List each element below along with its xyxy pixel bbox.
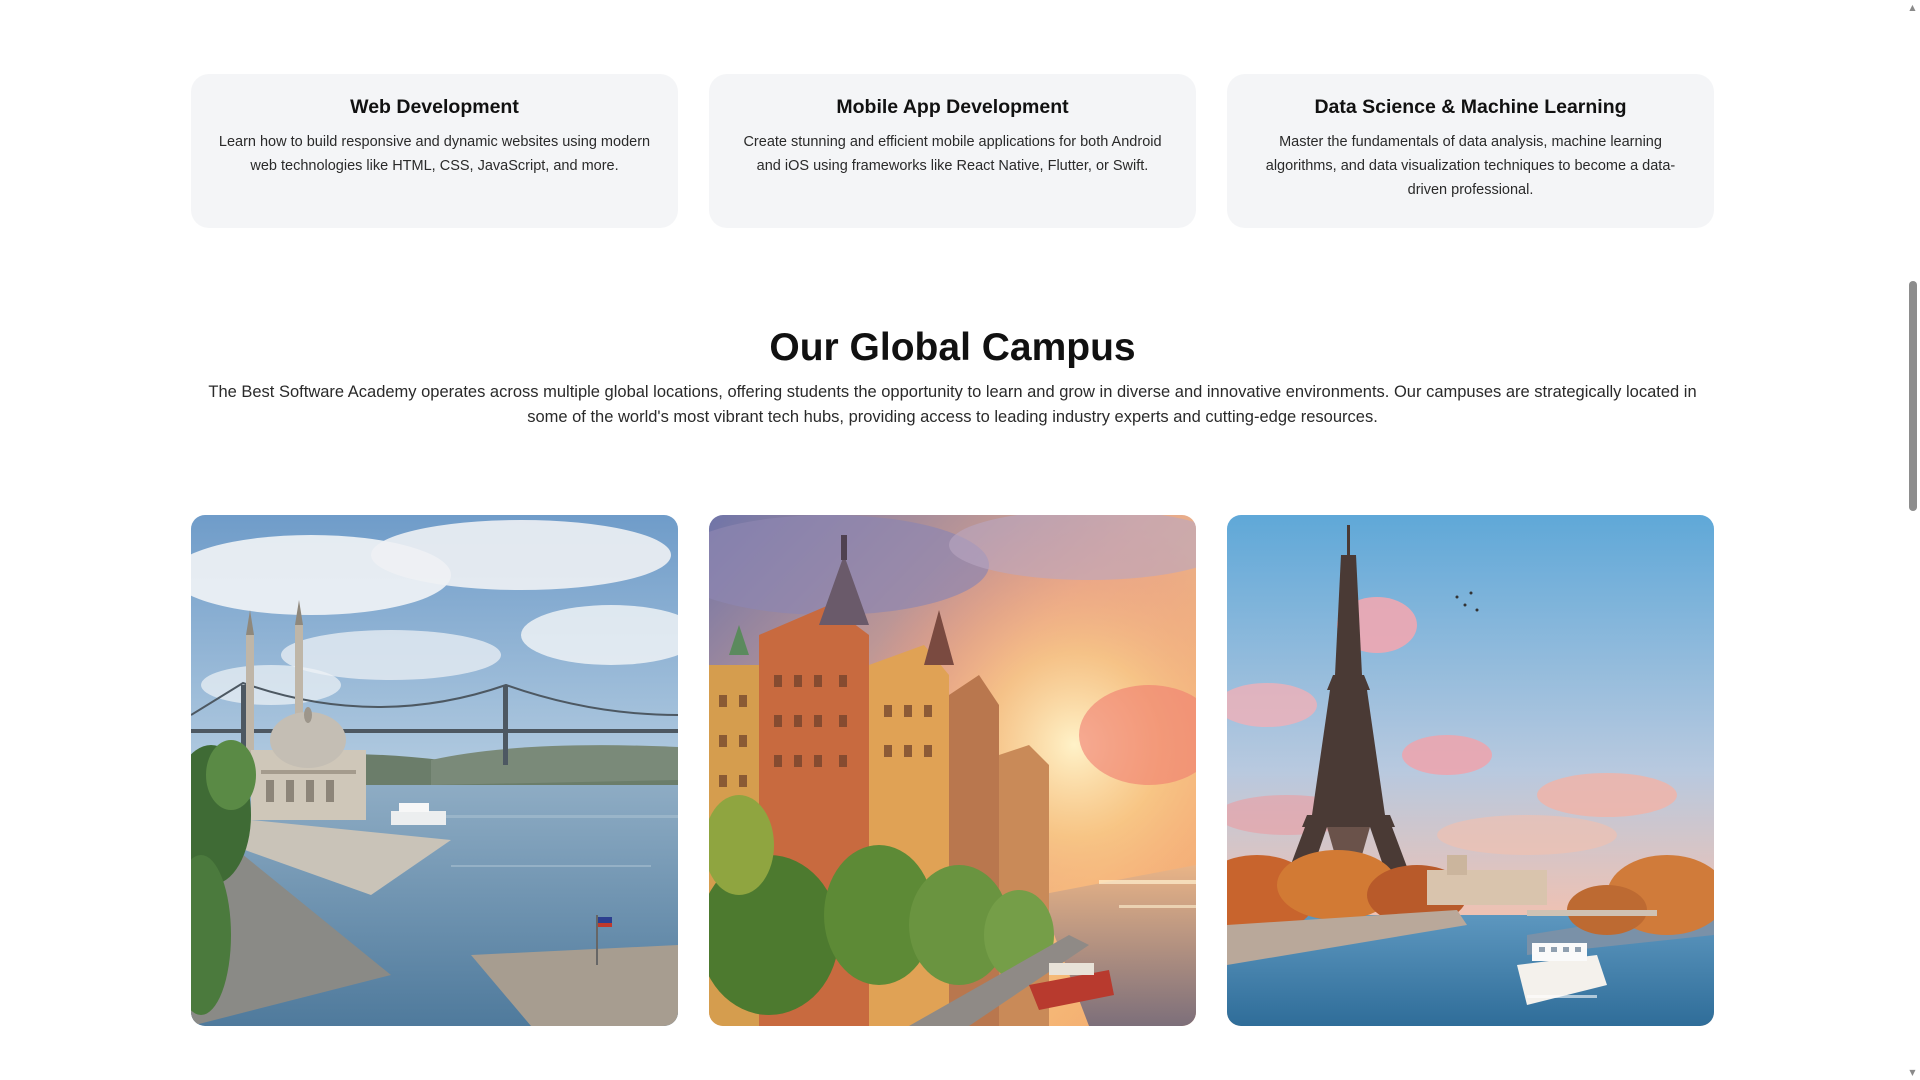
vertical-scrollbar[interactable]: ▲ ▼ [1905, 0, 1920, 1080]
scroll-down-icon[interactable]: ▼ [1905, 1065, 1920, 1080]
campus-photo-istanbul [191, 515, 678, 1026]
course-card-description: Master the fundamentals of data analysis… [1265, 134, 1676, 198]
campus-photo-stockholm [709, 515, 1196, 1026]
course-card-data-science[interactable]: Data Science & Machine Learning Master t… [1227, 74, 1714, 228]
campus-photo-stockholm-image [709, 515, 1196, 1026]
campus-photo-istanbul-image [191, 515, 678, 1026]
course-card-mobile-app-development[interactable]: Mobile App Development Create stunning a… [709, 74, 1196, 228]
scrollbar-thumb[interactable] [1909, 281, 1917, 511]
scroll-up-icon[interactable]: ▲ [1905, 0, 1920, 15]
course-cards: Web Development Learn how to build respo… [191, 74, 1714, 228]
course-card-title: Mobile App Development [836, 96, 1069, 118]
campus-photo-paris-image [1227, 515, 1714, 1026]
course-card-description: Learn how to build responsive and dynami… [218, 134, 651, 174]
course-card-title: Data Science & Machine Learning [1314, 96, 1627, 118]
course-card-description: Create stunning and efficient mobile app… [743, 134, 1162, 174]
page: Web Development Learn how to build respo… [0, 0, 1905, 1080]
course-card-web-development[interactable]: Web Development Learn how to build respo… [191, 74, 678, 228]
campus-section-title: Our Global Campus [769, 326, 1136, 369]
campus-photo-gallery [191, 515, 1714, 1026]
campus-section-description: The Best Software Academy operates acros… [208, 383, 1697, 426]
campus-photo-paris [1227, 515, 1714, 1026]
course-card-title: Web Development [350, 96, 519, 118]
